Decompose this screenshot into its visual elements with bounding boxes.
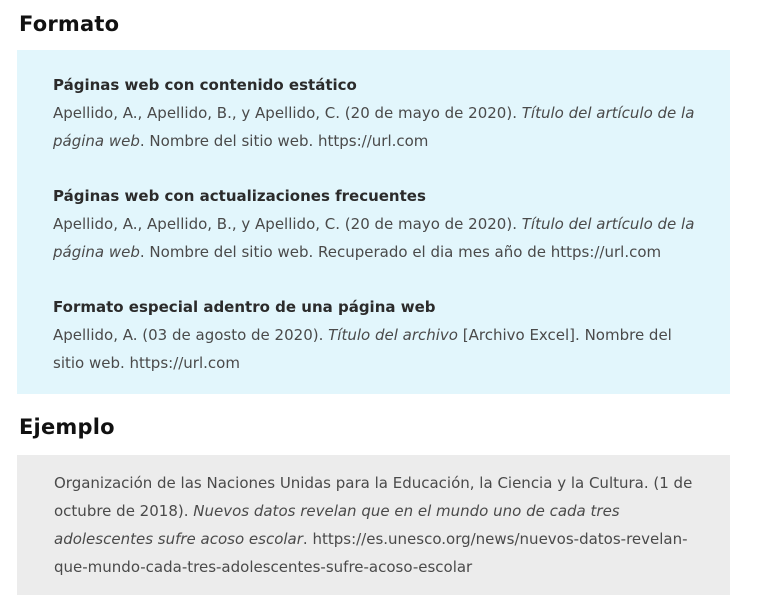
entry-title: Páginas web con contenido estático [53, 76, 357, 94]
formato-box: Páginas web con contenido estático Apell… [17, 50, 730, 394]
entry-title: Páginas web con actualizaciones frecuent… [53, 187, 426, 205]
ejemplo-box: Organización de las Naciones Unidas para… [17, 455, 730, 595]
format-entry-frequent: Páginas web con actualizaciones frecuent… [53, 182, 700, 266]
formato-heading: Formato [19, 12, 120, 36]
citation-authors-date: Apellido, A., Apellido, B., y Apellido, … [53, 215, 522, 233]
citation-rest: . Nombre del sitio web. https://url.com [139, 132, 429, 150]
citation-authors-date: Apellido, A. (03 de agosto de 2020). [53, 326, 329, 344]
citation-rest: . Nombre del sitio web. Recuperado el di… [139, 243, 662, 261]
example-citation: Organización de las Naciones Unidas para… [54, 469, 700, 581]
entry-citation: Apellido, A., Apellido, B., y Apellido, … [53, 210, 700, 266]
format-entry-special: Formato especial adentro de una página w… [53, 293, 700, 377]
ejemplo-heading: Ejemplo [19, 415, 115, 439]
entry-title: Formato especial adentro de una página w… [53, 298, 436, 316]
entry-citation: Apellido, A. (03 de agosto de 2020). Tít… [53, 321, 700, 377]
format-entry-static: Páginas web con contenido estático Apell… [53, 71, 700, 155]
entry-citation: Apellido, A., Apellido, B., y Apellido, … [53, 99, 700, 155]
citation-authors-date: Apellido, A., Apellido, B., y Apellido, … [53, 104, 522, 122]
citation-work-title: Título del archivo [328, 326, 458, 344]
